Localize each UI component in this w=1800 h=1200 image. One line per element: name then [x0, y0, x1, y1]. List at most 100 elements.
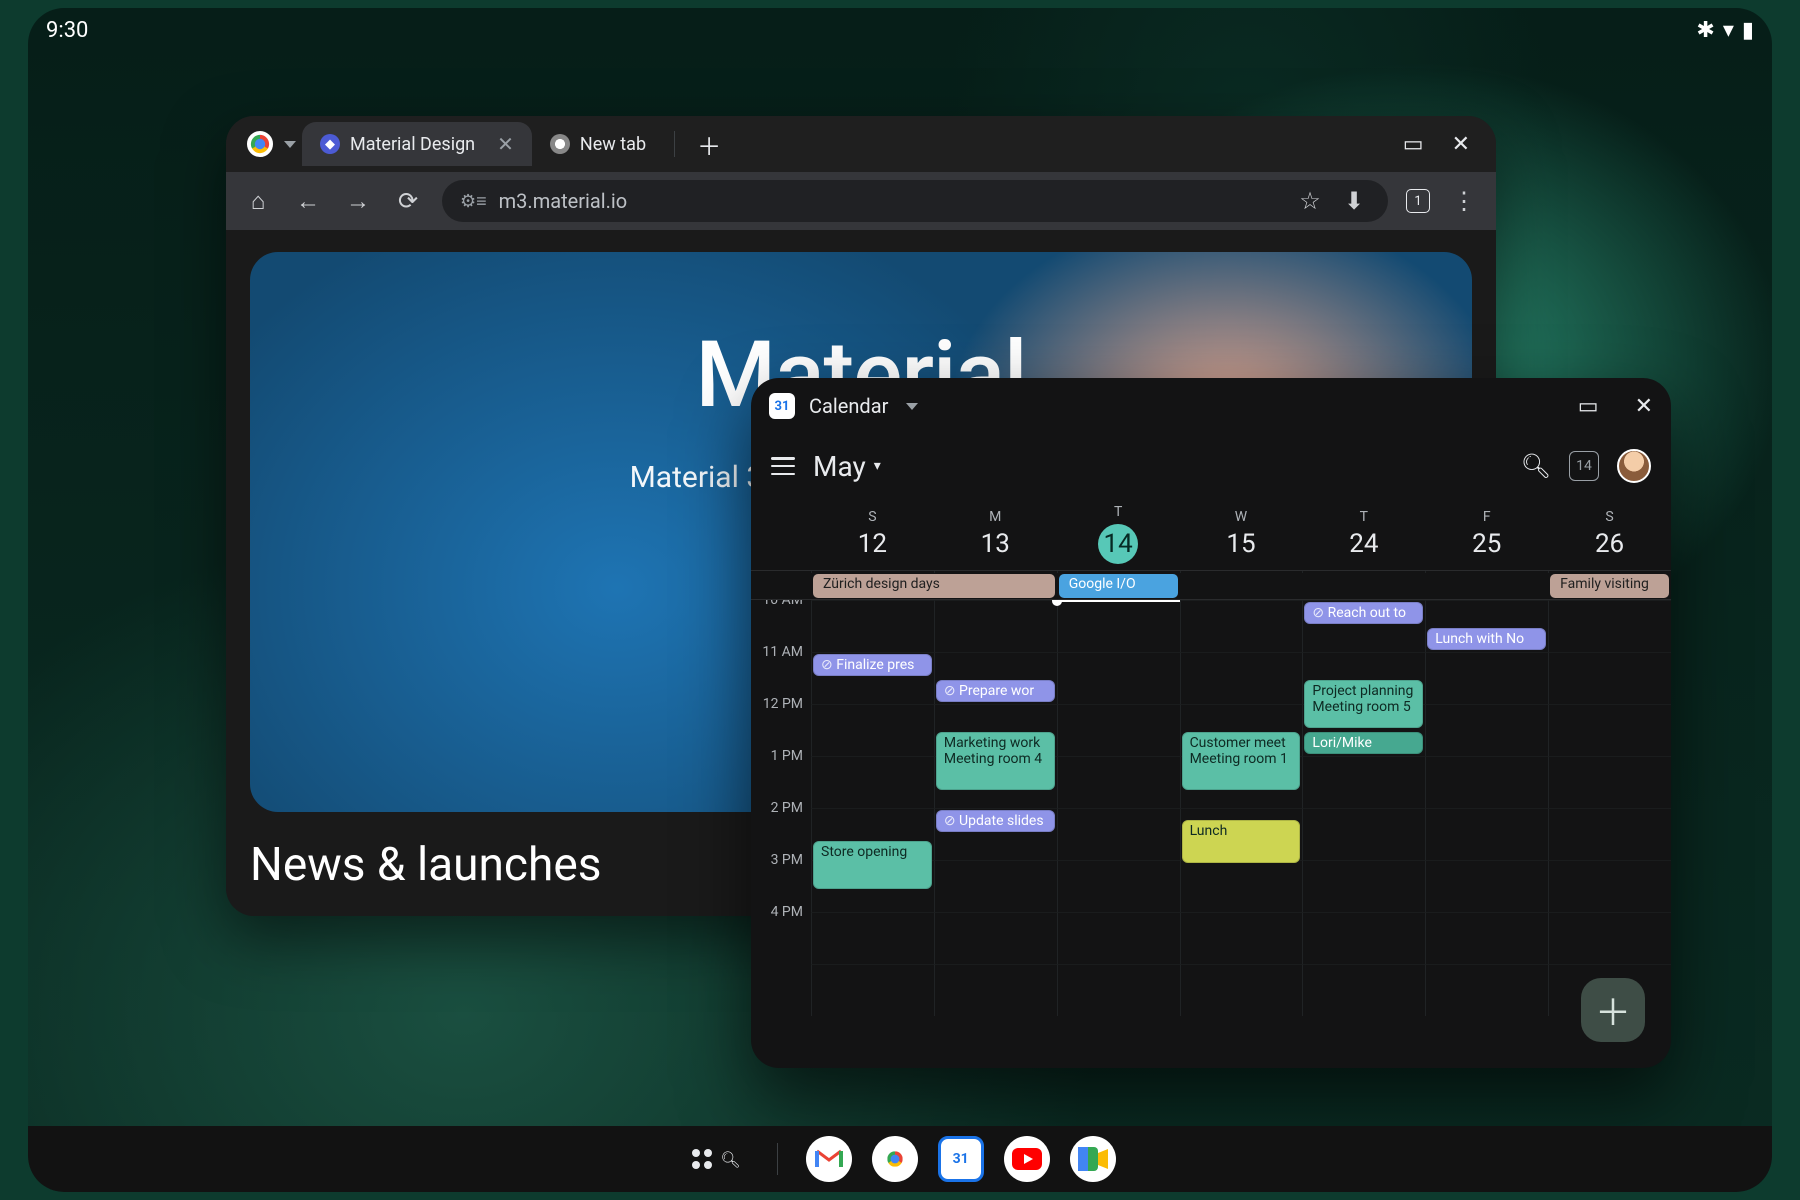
time-slot[interactable]	[811, 756, 934, 808]
home-icon[interactable]: ⌂	[242, 187, 274, 216]
calendar-grid: S 12 M 13 T 14 W 15 T 24 F 25 S 26 Züric…	[751, 498, 1671, 1068]
profile-caret-icon[interactable]	[284, 141, 296, 148]
time-slot[interactable]	[1057, 756, 1180, 808]
menu-icon[interactable]	[771, 457, 795, 475]
time-slot[interactable]	[1057, 652, 1180, 704]
time-slot[interactable]	[1548, 756, 1671, 808]
today-button[interactable]: 14	[1569, 451, 1599, 481]
calendar-close-icon[interactable]: ✕	[1635, 394, 1653, 419]
day-header[interactable]: W 15	[1180, 498, 1303, 570]
time-slot[interactable]	[1425, 964, 1548, 1016]
time-slot[interactable]	[1548, 704, 1671, 756]
time-slot[interactable]	[811, 600, 934, 652]
taskbar-app-calendar[interactable]: 31	[938, 1136, 984, 1182]
omnibox[interactable]: ⚙≡ m3.material.io ☆ ⬇︎	[442, 180, 1388, 222]
time-slot[interactable]	[1425, 704, 1548, 756]
time-slot[interactable]	[1302, 860, 1425, 912]
time-slot[interactable]	[1180, 652, 1303, 704]
taskbar-app-meet[interactable]	[1070, 1136, 1116, 1182]
new-tab-button[interactable]: ＋	[685, 127, 733, 162]
time-slot[interactable]	[1180, 964, 1303, 1016]
time-slot[interactable]	[1425, 652, 1548, 704]
download-icon[interactable]: ⬇︎	[1338, 187, 1370, 215]
calendar-app-icon: 31	[769, 393, 795, 419]
time-slot[interactable]	[934, 860, 1057, 912]
calendar-event[interactable]: Project planningMeeting room 5	[1304, 680, 1423, 728]
time-slot[interactable]	[934, 600, 1057, 652]
time-slot[interactable]	[1057, 600, 1180, 652]
time-slot[interactable]	[1425, 756, 1548, 808]
allday-event[interactable]: Zürich design days	[813, 574, 1055, 598]
forward-icon[interactable]: →	[342, 187, 374, 216]
day-header[interactable]: T 24	[1302, 498, 1425, 570]
site-settings-icon[interactable]: ⚙≡	[460, 191, 487, 212]
close-window-icon[interactable]: ✕	[1452, 132, 1470, 157]
reload-icon[interactable]: ⟳	[392, 187, 424, 215]
time-slot[interactable]	[1425, 860, 1548, 912]
calendar-event[interactable]: Marketing workMeeting room 4	[936, 732, 1055, 790]
calendar-event[interactable]: Lunch	[1182, 820, 1301, 863]
calendar-event[interactable]: ⊘ Finalize pres	[813, 654, 932, 676]
avatar[interactable]	[1617, 449, 1651, 483]
time-slot[interactable]	[1302, 912, 1425, 964]
calendar-event[interactable]: Customer meetMeeting room 1	[1182, 732, 1301, 790]
tab-count-button[interactable]: 1	[1406, 189, 1430, 213]
time-slot[interactable]	[1057, 912, 1180, 964]
calendar-maximize-icon[interactable]: ▭	[1578, 394, 1599, 419]
time-slot[interactable]	[811, 964, 934, 1016]
calendar-event[interactable]: ⊘ Reach out to	[1304, 602, 1423, 624]
calendar-event[interactable]: ⊘ Update slides	[936, 810, 1055, 832]
day-header[interactable]: S 26	[1548, 498, 1671, 570]
day-header[interactable]: M 13	[934, 498, 1057, 570]
all-apps-button[interactable]: 🔍︎	[684, 1141, 748, 1177]
time-slot[interactable]	[1548, 600, 1671, 652]
back-icon[interactable]: ←	[292, 187, 324, 216]
tab-new-tab[interactable]: New tab	[532, 122, 664, 166]
taskbar-app-gmail[interactable]	[806, 1136, 852, 1182]
time-slot[interactable]	[1548, 912, 1671, 964]
allday-event[interactable]: Family visiting	[1550, 574, 1669, 598]
calendar-event[interactable]: Lori/Mike	[1304, 732, 1423, 754]
time-slot[interactable]	[1548, 808, 1671, 860]
calendar-event[interactable]: Store opening	[813, 841, 932, 889]
time-slot[interactable]	[1548, 652, 1671, 704]
time-slot[interactable]	[1180, 912, 1303, 964]
chrome-logo-icon[interactable]	[247, 131, 273, 157]
time-slot[interactable]	[1057, 704, 1180, 756]
star-icon[interactable]: ☆	[1294, 187, 1326, 215]
time-slot[interactable]	[1057, 860, 1180, 912]
create-event-button[interactable]: ＋	[1581, 978, 1645, 1042]
time-slot[interactable]	[1180, 860, 1303, 912]
time-slot[interactable]	[934, 964, 1057, 1016]
time-slot[interactable]	[811, 912, 934, 964]
calendar-titlebar: 31 Calendar ▭ ✕	[751, 378, 1671, 434]
time-slot[interactable]	[1302, 808, 1425, 860]
day-header[interactable]: S 12	[811, 498, 934, 570]
day-header[interactable]: T 14	[1057, 498, 1180, 570]
maximize-icon[interactable]: ▭	[1403, 132, 1424, 157]
time-slot[interactable]	[1425, 808, 1548, 860]
time-slot[interactable]	[1425, 912, 1548, 964]
time-slot[interactable]	[1180, 600, 1303, 652]
time-slot[interactable]	[1548, 860, 1671, 912]
search-icon[interactable]: 🔍︎	[1521, 452, 1551, 480]
calendar-month-label[interactable]: May▾	[813, 450, 881, 483]
close-tab-icon[interactable]: ✕	[497, 132, 514, 156]
taskbar-app-youtube[interactable]	[1004, 1136, 1050, 1182]
time-slot[interactable]	[1302, 756, 1425, 808]
calendar-event[interactable]: Lunch with No	[1427, 628, 1546, 650]
time-slot[interactable]	[1057, 964, 1180, 1016]
overflow-menu-icon[interactable]: ⋮	[1448, 187, 1480, 215]
day-of-month: 15	[1226, 529, 1255, 559]
taskbar-app-chrome[interactable]	[872, 1136, 918, 1182]
time-slot[interactable]	[934, 912, 1057, 964]
calendar-event[interactable]: ⊘ Prepare wor	[936, 680, 1055, 702]
calendar-app-caret-icon[interactable]	[906, 403, 918, 410]
time-slot[interactable]	[1057, 808, 1180, 860]
day-header[interactable]: F 25	[1425, 498, 1548, 570]
tab-material-design[interactable]: ◆ Material Design ✕	[302, 122, 532, 166]
time-slot[interactable]	[1302, 964, 1425, 1016]
time-slot[interactable]	[811, 704, 934, 756]
now-indicator	[1057, 600, 1180, 602]
allday-event[interactable]: Google I/O	[1059, 574, 1178, 598]
